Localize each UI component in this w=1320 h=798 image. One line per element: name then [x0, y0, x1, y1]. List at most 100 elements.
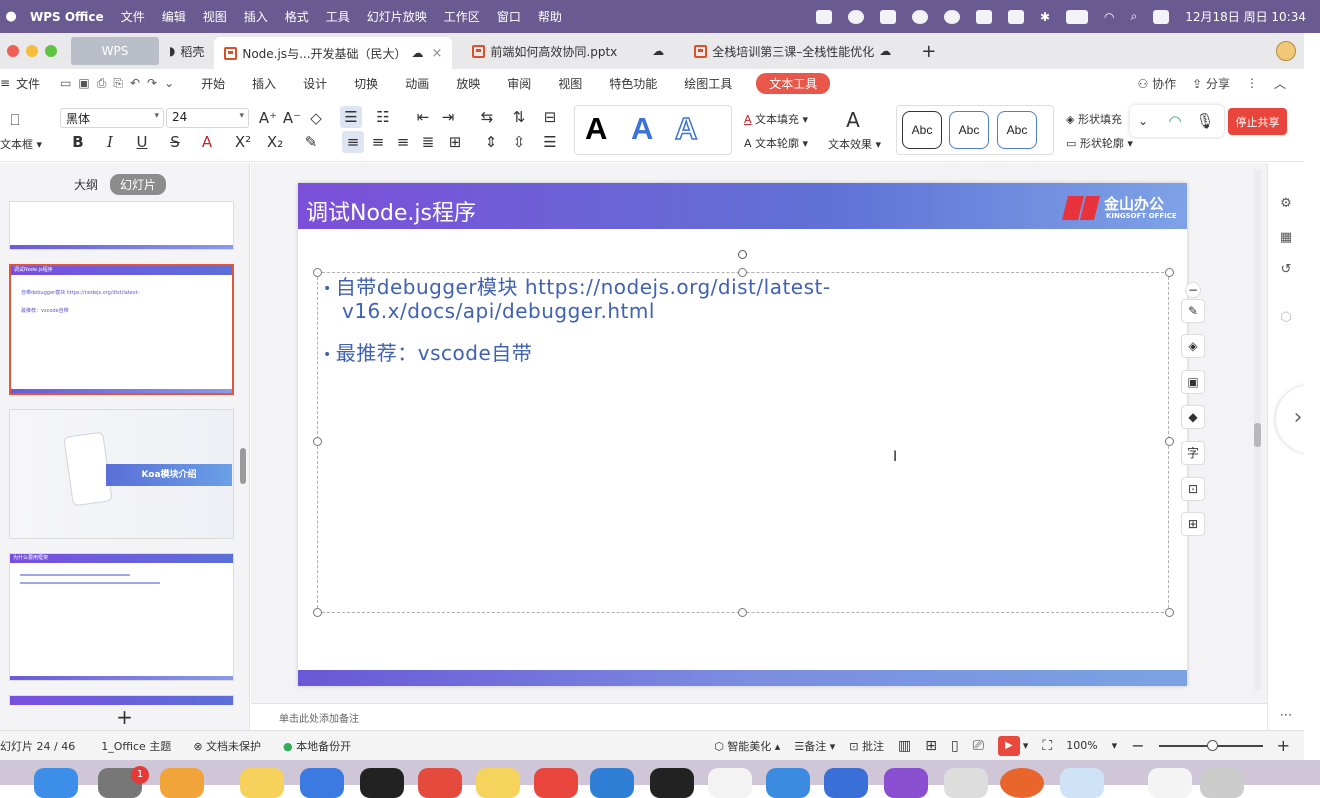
calendar-icon[interactable] — [708, 768, 752, 798]
theme-name[interactable]: 1_Office 主题 — [101, 738, 171, 754]
status-monitor-icon[interactable] — [879, 9, 896, 24]
shape-style-2[interactable]: Abc — [949, 111, 989, 149]
collab-button[interactable]: ⚇ 协作 — [1138, 75, 1177, 92]
close-tab-icon[interactable]: × — [432, 46, 443, 61]
text-effect-button[interactable]: 文本效果 ▾ — [828, 136, 881, 152]
text-style-icon[interactable]: 字 — [1181, 441, 1205, 465]
paragraph-settings-icon[interactable]: ☰ — [539, 131, 561, 153]
battery-icon[interactable] — [1066, 9, 1089, 24]
wps-app-icon[interactable] — [534, 768, 578, 798]
resize-handle[interactable] — [738, 268, 747, 277]
sort-icon[interactable]: ⇅ — [508, 106, 530, 128]
text-outline-button[interactable]: A 文本轮廓 ▾ — [744, 135, 808, 151]
shape-style-3[interactable]: Abc — [997, 111, 1037, 149]
tab-outline[interactable]: 大纲 — [64, 174, 108, 195]
textbox-icon[interactable]: ⎕ — [4, 109, 26, 131]
reading-view-icon[interactable]: ▯ — [951, 738, 959, 754]
app-icon[interactable] — [1000, 768, 1044, 798]
status-circle-icon[interactable] — [943, 9, 960, 24]
chevron-down-icon[interactable]: ⌄ — [1132, 110, 1154, 132]
highlight-icon[interactable]: ✎ — [300, 131, 322, 153]
quick-access-icons[interactable]: ▭▣⎙⎘↶↷⌄ — [60, 76, 181, 91]
add-slide-button[interactable]: + — [0, 705, 250, 731]
bluetooth-icon[interactable]: ✱ — [1040, 10, 1050, 24]
rotate-handle[interactable] — [738, 250, 747, 259]
document-icon[interactable] — [1148, 768, 1192, 798]
tab-view[interactable]: 视图 — [558, 75, 582, 92]
text-style-outline[interactable]: A — [674, 110, 698, 147]
menu-item-help[interactable]: 帮助 — [538, 8, 562, 25]
tab-docer[interactable]: ◗ 稻壳 — [159, 37, 214, 65]
finder-icon[interactable] — [34, 768, 78, 798]
app-icon[interactable] — [824, 768, 868, 798]
chevron-down-icon[interactable]: ▾ — [1023, 739, 1029, 752]
cube-icon[interactable]: ⬡ — [1277, 309, 1295, 327]
apple-icon[interactable]: ● — [0, 9, 22, 24]
search-icon[interactable]: ⌕ — [1131, 9, 1138, 24]
resize-handle[interactable] — [1165, 268, 1174, 277]
tab-nodejs-doc[interactable]: Node.js与...开发基础（民大） ☁ × — [214, 37, 453, 69]
menu-item-file[interactable]: 文件 — [121, 8, 145, 25]
slide-thumbnail[interactable]: 为什么要用框架 — [9, 553, 234, 681]
slide-thumbnail[interactable] — [9, 695, 234, 705]
stop-share-button[interactable]: 停止共享 — [1228, 108, 1287, 135]
slide-thumbnail[interactable]: Koa模块介绍 — [9, 409, 234, 539]
frame-icon[interactable]: ▣ — [1181, 370, 1205, 394]
zoom-level[interactable]: 100% — [1066, 739, 1097, 752]
file-menu[interactable]: 文件 — [16, 75, 40, 92]
increase-font-icon[interactable]: A⁺ — [257, 107, 279, 129]
presenter-view-icon[interactable]: ⎚ — [973, 738, 984, 754]
menu-item-window[interactable]: 窗口 — [497, 8, 521, 25]
zoom-slider[interactable] — [1158, 739, 1263, 751]
numbered-list-icon[interactable]: ☷ — [372, 106, 394, 128]
shape-style-1[interactable]: Abc — [902, 111, 942, 149]
image-icon[interactable]: ▦ — [1277, 229, 1295, 247]
app-icon[interactable] — [1060, 768, 1104, 798]
font-size-select[interactable]: 24 ▾ — [166, 108, 249, 128]
layers-icon[interactable]: ◆ — [1181, 405, 1205, 429]
app-icon[interactable] — [418, 768, 462, 798]
wifi-icon[interactable]: ◠ — [1104, 10, 1114, 24]
notes-app-icon[interactable] — [476, 768, 520, 798]
increase-indent-icon[interactable]: ⇥ — [437, 106, 459, 128]
slide[interactable]: 调试Node.js程序 金山办公 KINGSOFT OFFICE • 自带debu… — [298, 183, 1187, 686]
align-right-icon[interactable]: ≡ — [392, 131, 414, 153]
new-tab-button[interactable]: + — [911, 37, 946, 65]
tab-text-tools[interactable]: 文本工具 — [756, 72, 831, 94]
menu-item-insert[interactable]: 插入 — [244, 8, 268, 25]
underline-icon[interactable]: U — [131, 131, 153, 153]
text-effect-icon[interactable]: A — [842, 109, 864, 131]
resize-handle[interactable] — [313, 608, 322, 617]
tab-frontend-collab[interactable]: 前端如何高效协同.pptx ☁ — [462, 37, 674, 65]
bell-icon[interactable] — [911, 9, 928, 24]
panel-scrollbar[interactable] — [240, 448, 246, 484]
line-spacing-icon[interactable]: ⇕ — [480, 131, 502, 153]
decrease-indent-icon[interactable]: ⇤ — [412, 106, 434, 128]
text-style-black[interactable]: A — [585, 111, 607, 147]
tab-slideshow[interactable]: 放映 — [456, 75, 480, 92]
app-icon[interactable] — [240, 768, 284, 798]
terminal-icon[interactable] — [650, 768, 694, 798]
arrange-icon[interactable]: ⊞ — [1181, 512, 1205, 536]
columns-icon[interactable]: ⊟ — [539, 106, 561, 128]
slide-thumbnail[interactable] — [9, 201, 234, 250]
menu-item-view[interactable]: 视图 — [203, 8, 227, 25]
bullet-continuation[interactable]: v16.x/docs/api/debugger.html — [342, 299, 655, 323]
chevron-down-icon[interactable]: ▾ — [1112, 739, 1118, 752]
distribute-icon[interactable]: ⊞ — [444, 131, 466, 153]
notes-area[interactable]: 单击此处添加备注 — [251, 703, 1267, 730]
microphone-icon[interactable]: 🎙︎ — [1194, 110, 1216, 132]
resize-handle[interactable] — [313, 437, 322, 446]
fit-window-icon[interactable]: ⛶ — [1042, 738, 1052, 754]
subscript-icon[interactable]: X₂ — [264, 131, 286, 153]
paragraph-spacing-icon[interactable]: ⇳ — [508, 131, 530, 153]
resize-handle[interactable] — [1165, 437, 1174, 446]
play-slideshow-button[interactable]: ▶ — [997, 735, 1020, 756]
backup-status[interactable]: ● 本地备份开 — [283, 738, 351, 754]
launchpad-icon[interactable] — [160, 768, 204, 798]
font-name-select[interactable]: 黑体 ▾ — [60, 108, 164, 128]
resize-handle[interactable] — [1165, 608, 1174, 617]
zoom-out-button[interactable]: − — [1131, 736, 1144, 755]
tab-animation[interactable]: 动画 — [405, 75, 429, 92]
align-left-icon[interactable]: ≡ — [342, 131, 364, 153]
